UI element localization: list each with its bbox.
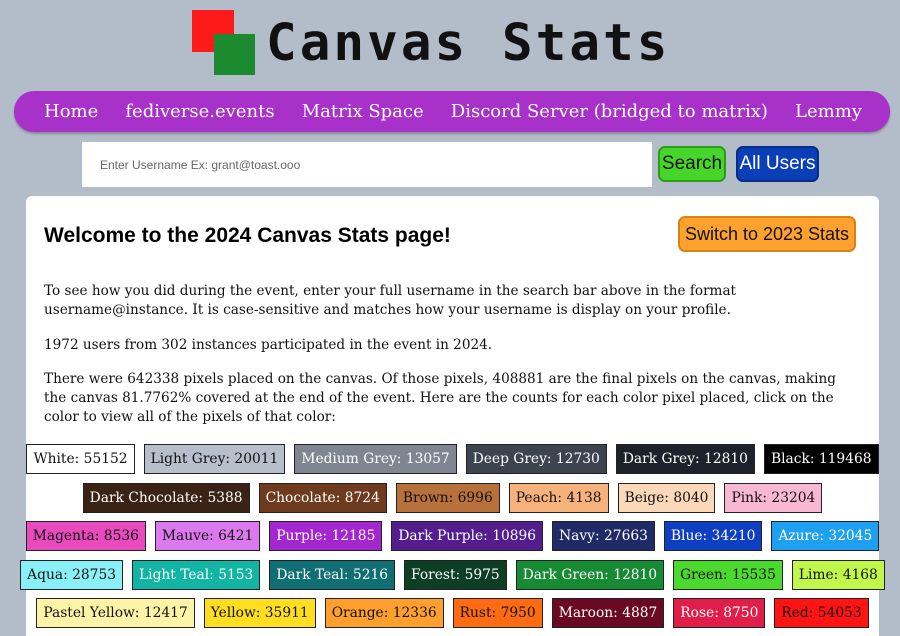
color-swatch-lime[interactable]: Lime: 4168 [791,560,885,590]
switch-year-button[interactable]: Switch to 2023 Stats [678,216,856,252]
color-swatch-yellow[interactable]: Yellow: 35911 [203,598,316,628]
color-swatch-mauve[interactable]: Mauve: 6421 [154,521,261,551]
color-swatch-black[interactable]: Black: 119468 [763,444,879,474]
page-heading: Welcome to the 2024 Canvas Stats page! [44,224,451,247]
color-swatch-light-teal[interactable]: Light Teal: 5153 [132,560,261,590]
color-swatch-green[interactable]: Green: 15535 [673,560,783,590]
all-users-button[interactable]: All Users [736,146,819,182]
color-swatch-maroon[interactable]: Maroon: 4887 [551,598,665,628]
logo-green-square [214,34,255,75]
site-title: Canvas Stats [266,14,671,73]
color-swatch-dark-green[interactable]: Dark Green: 12810 [515,560,665,590]
color-row: Magenta: 8536 Mauve: 6421 Purple: 12185 Dar… [25,521,880,551]
search-button[interactable]: Search [658,146,726,182]
nav-discord-server[interactable]: Discord Server (bridged to matrix) [451,101,768,122]
username-search-input[interactable] [82,142,652,187]
color-swatch-rust[interactable]: Rust: 7950 [452,598,543,628]
color-row: Pastel Yellow: 12417 Yellow: 35911 Orange:… [26,598,879,628]
color-swatch-medium-grey[interactable]: Medium Grey: 13057 [294,444,457,474]
color-swatch-magenta[interactable]: Magenta: 8536 [25,521,146,551]
color-swatch-dark-teal[interactable]: Dark Teal: 5216 [269,560,396,590]
color-swatch-aqua[interactable]: Aqua: 28753 [20,560,124,590]
color-swatch-azure[interactable]: Azure: 32045 [771,521,880,551]
color-row: Dark Chocolate: 5388 Chocolate: 8724 Brown… [26,483,879,513]
color-swatch-pink[interactable]: Pink: 23204 [724,483,823,513]
color-swatch-beige[interactable]: Beige: 8040 [617,483,716,513]
color-swatch-dark-chocolate[interactable]: Dark Chocolate: 5388 [82,483,250,513]
color-swatch-blue[interactable]: Blue: 34210 [663,521,763,551]
nav-home[interactable]: Home [44,101,98,122]
color-swatch-orange[interactable]: Orange: 12336 [324,598,444,628]
color-swatch-rose[interactable]: Rose: 8750 [673,598,766,628]
main-nav: Home fediverse.events Matrix Space Disco… [14,91,890,132]
color-swatch-pastel-yellow[interactable]: Pastel Yellow: 12417 [36,598,195,628]
color-swatch-white[interactable]: White: 55152 [26,444,135,474]
nav-matrix-space[interactable]: Matrix Space [302,101,424,122]
color-swatch-deep-grey[interactable]: Deep Grey: 12730 [465,444,607,474]
nav-fediverse-events[interactable]: fediverse.events [125,101,274,122]
site-logo: Canvas Stats [192,10,712,76]
color-swatch-red[interactable]: Red: 54053 [774,598,869,628]
color-swatch-forest[interactable]: Forest: 5975 [404,560,507,590]
color-swatch-navy[interactable]: Navy: 27663 [552,521,655,551]
color-swatch-dark-purple[interactable]: Dark Purple: 10896 [391,521,544,551]
pixels-text: There were 642338 pixels placed on the c… [44,371,836,425]
color-swatch-brown[interactable]: Brown: 6996 [395,483,500,513]
main-content-card: Welcome to the 2024 Canvas Stats page! S… [20,196,885,636]
color-swatch-dark-grey[interactable]: Dark Grey: 12810 [615,444,755,474]
color-swatch-purple[interactable]: Purple: 12185 [269,521,383,551]
color-swatch-light-grey[interactable]: Light Grey: 20011 [143,444,286,474]
participants-text: 1972 users from 302 instances participat… [44,337,493,353]
color-row: Aqua: 28753 Light Teal: 5153 Dark Teal: 52… [20,560,885,590]
nav-lemmy[interactable]: Lemmy [795,101,862,122]
color-swatch-peach[interactable]: Peach: 4138 [508,483,609,513]
color-row: White: 55152 Light Grey: 20011 Medium Grey… [26,444,879,474]
intro-text: To see how you did during the event, ent… [44,283,737,318]
color-swatch-chocolate[interactable]: Chocolate: 8724 [258,483,387,513]
